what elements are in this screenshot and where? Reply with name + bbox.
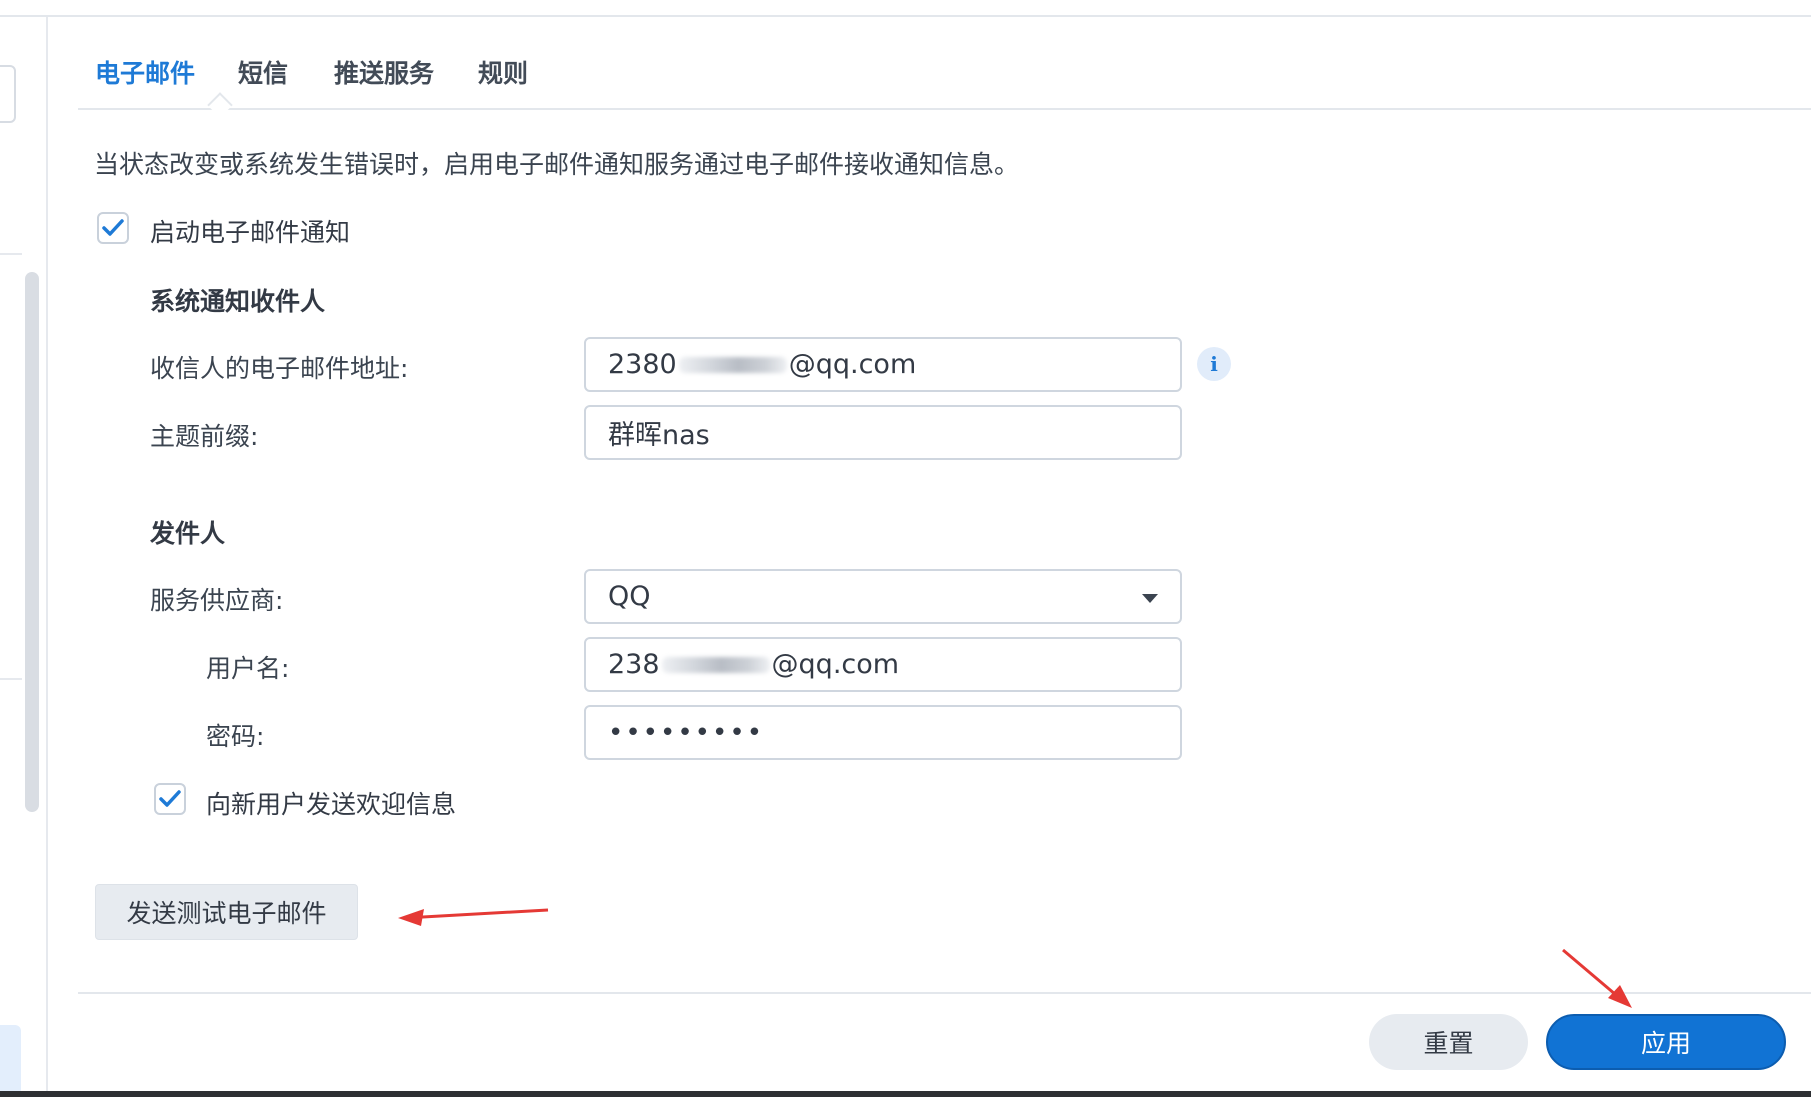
reset-button[interactable]: 重置 <box>1369 1014 1528 1070</box>
recipient-email-label: 收信人的电子邮件地址: <box>150 354 409 383</box>
username-value-start: 238 <box>608 649 660 680</box>
sidebar-divider <box>0 253 22 255</box>
bottom-edge <box>0 1091 1811 1097</box>
subject-prefix-input[interactable]: 群晖nas <box>584 405 1182 460</box>
recipients-section-title: 系统通知收件人 <box>150 287 326 316</box>
blurred-text <box>678 356 787 373</box>
welcome-message-checkbox[interactable] <box>154 783 186 815</box>
tab-push-service[interactable]: 推送服务 <box>334 54 434 90</box>
password-input[interactable]: ••••••••• <box>584 705 1182 760</box>
page-description: 当状态改变或系统发生错误时，启用电子邮件通知服务通过电子邮件接收通知信息。 <box>94 150 1020 179</box>
send-test-email-button[interactable]: 发送测试电子邮件 <box>95 884 358 940</box>
chevron-down-icon <box>1142 594 1158 603</box>
password-label: 密码: <box>206 722 265 751</box>
blurred-text <box>661 656 770 673</box>
left-sidebar <box>0 17 48 1095</box>
tab-sms[interactable]: 短信 <box>238 54 288 90</box>
tab-email[interactable]: 电子邮件 <box>95 54 195 90</box>
recipient-email-value-start: 2380 <box>608 349 677 380</box>
service-provider-select[interactable]: QQ <box>584 569 1182 624</box>
check-icon <box>102 219 124 236</box>
annotation-arrow-apply-button <box>1562 948 1632 1008</box>
username-value-end: @qq.com <box>771 649 900 680</box>
sidebar-search-box[interactable] <box>0 65 16 123</box>
sender-section-title: 发件人 <box>150 519 226 548</box>
recipient-email-input[interactable]: 2380 @qq.com <box>584 337 1182 392</box>
check-icon <box>159 790 181 807</box>
active-tab-indicator <box>207 92 233 118</box>
sidebar-scrollbar[interactable] <box>25 272 39 812</box>
service-provider-value: QQ <box>608 581 651 612</box>
sidebar-divider <box>0 678 22 680</box>
tab-rules[interactable]: 规则 <box>478 54 528 90</box>
subject-prefix-label: 主题前缀: <box>150 422 259 451</box>
password-value: ••••••••• <box>608 717 765 748</box>
sidebar-selected-item[interactable] <box>0 1025 21 1095</box>
apply-button[interactable]: 应用 <box>1546 1014 1786 1070</box>
subject-prefix-value: 群晖nas <box>608 420 710 451</box>
enable-email-checkbox[interactable] <box>97 212 129 244</box>
welcome-message-label: 向新用户发送欢迎信息 <box>206 790 457 819</box>
enable-email-label: 启动电子邮件通知 <box>150 218 351 247</box>
tab-bar: 电子邮件 短信 推送服务 规则 <box>78 0 1811 118</box>
annotation-arrow-test-button <box>398 908 549 926</box>
footer-divider <box>78 992 1811 994</box>
info-icon[interactable]: i <box>1197 347 1231 381</box>
recipient-email-value-end: @qq.com <box>788 349 917 380</box>
service-provider-label: 服务供应商: <box>150 586 284 615</box>
username-input[interactable]: 238 @qq.com <box>584 637 1182 692</box>
username-label: 用户名: <box>206 654 290 683</box>
